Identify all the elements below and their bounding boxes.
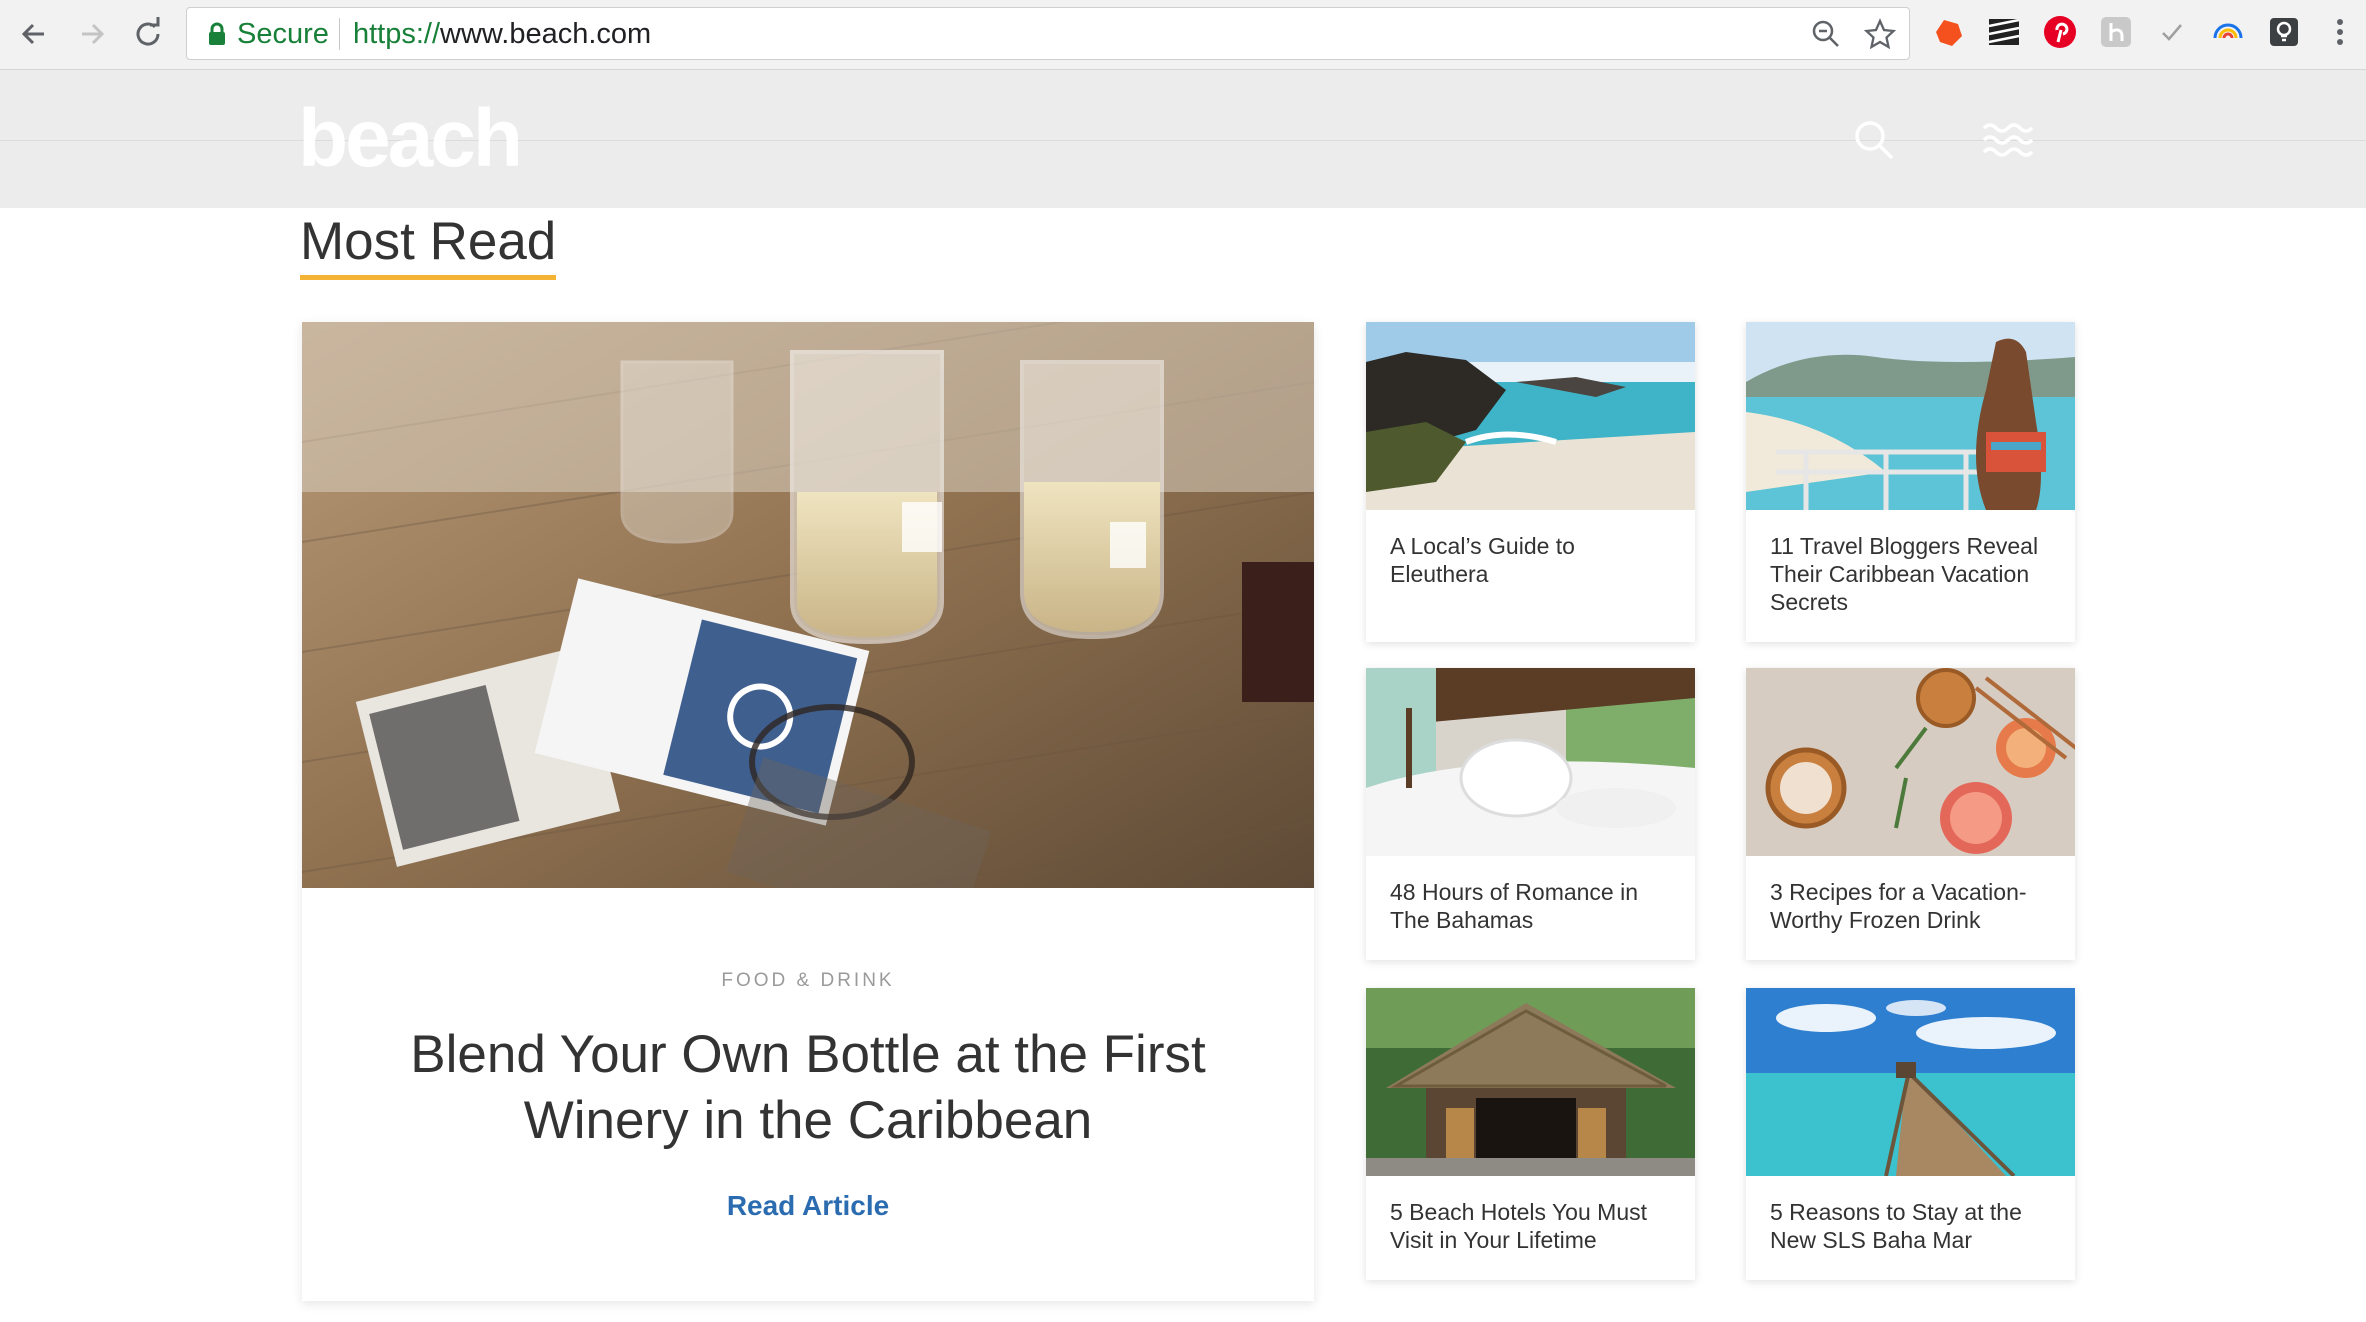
forward-arrow-icon[interactable] xyxy=(72,14,112,54)
secure-label: Secure xyxy=(237,18,329,50)
article-card[interactable]: 5 Beach Hotels You Must Visit in Your Li… xyxy=(1366,988,1695,1280)
article-title[interactable]: 3 Recipes for a Vacation-Worthy Frozen D… xyxy=(1746,856,2075,934)
article-title[interactable]: 11 Travel Bloggers Reveal Their Caribbea… xyxy=(1746,510,2075,616)
article-title[interactable]: A Local’s Guide to Eleuthera xyxy=(1366,510,1695,588)
featured-article-card[interactable]: FOOD & DRINK Blend Your Own Bottle at th… xyxy=(302,322,1314,1301)
extension-orange-icon[interactable] xyxy=(1930,14,1966,50)
search-icon[interactable] xyxy=(1846,112,1902,168)
pinterest-icon[interactable] xyxy=(2042,14,2078,50)
site-logo[interactable]: beach xyxy=(298,92,523,186)
lock-icon xyxy=(207,22,227,46)
featured-image[interactable] xyxy=(302,322,1314,888)
zoom-icon[interactable] xyxy=(1809,17,1843,51)
article-image[interactable] xyxy=(1366,668,1695,856)
url-host: www.beach.com xyxy=(440,18,652,50)
article-card[interactable]: A Local’s Guide to Eleuthera xyxy=(1366,322,1695,642)
extension-stripes-icon[interactable] xyxy=(1986,14,2022,50)
article-title[interactable]: 48 Hours of Romance in The Bahamas xyxy=(1366,856,1695,934)
site-header: beach xyxy=(0,70,2366,208)
article-image[interactable] xyxy=(1366,988,1695,1176)
url-scheme: https:// xyxy=(353,18,441,50)
article-card[interactable]: 5 Reasons to Stay at the New SLS Baha Ma… xyxy=(1746,988,2075,1280)
article-card[interactable]: 48 Hours of Romance in The Bahamas xyxy=(1366,668,1695,960)
article-image[interactable] xyxy=(1746,322,2075,510)
browser-toolbar: Secure https://www.beach.com xyxy=(0,0,2366,70)
address-bar[interactable]: Secure https://www.beach.com xyxy=(186,7,1910,60)
article-image[interactable] xyxy=(1746,988,2075,1176)
featured-title[interactable]: Blend Your Own Bottle at the First Winer… xyxy=(382,1022,1234,1154)
article-title[interactable]: 5 Reasons to Stay at the New SLS Baha Ma… xyxy=(1746,1176,2075,1254)
checkmark-icon[interactable] xyxy=(2154,14,2190,50)
article-card[interactable]: 3 Recipes for a Vacation-Worthy Frozen D… xyxy=(1746,668,2075,960)
star-icon[interactable] xyxy=(1863,17,1897,51)
back-arrow-icon[interactable] xyxy=(14,14,54,54)
lightbulb-icon[interactable] xyxy=(2266,14,2302,50)
section-title: Most Read xyxy=(300,212,557,280)
rainbow-icon[interactable] xyxy=(2210,14,2246,50)
article-card[interactable]: 11 Travel Bloggers Reveal Their Caribbea… xyxy=(1746,322,2075,642)
reload-icon[interactable] xyxy=(128,14,168,54)
menu-dots-icon[interactable] xyxy=(2322,14,2358,50)
article-title[interactable]: 5 Beach Hotels You Must Visit in Your Li… xyxy=(1366,1176,1695,1254)
read-article-link[interactable]: Read Article xyxy=(302,1190,1314,1222)
omnibox-divider xyxy=(339,18,340,50)
url-text: https://www.beach.com xyxy=(353,18,651,51)
article-image[interactable] xyxy=(1366,322,1695,510)
wave-menu-icon[interactable] xyxy=(1980,112,2036,168)
article-image[interactable] xyxy=(1746,668,2075,856)
featured-category: FOOD & DRINK xyxy=(721,970,895,991)
extension-h-icon[interactable] xyxy=(2098,14,2134,50)
